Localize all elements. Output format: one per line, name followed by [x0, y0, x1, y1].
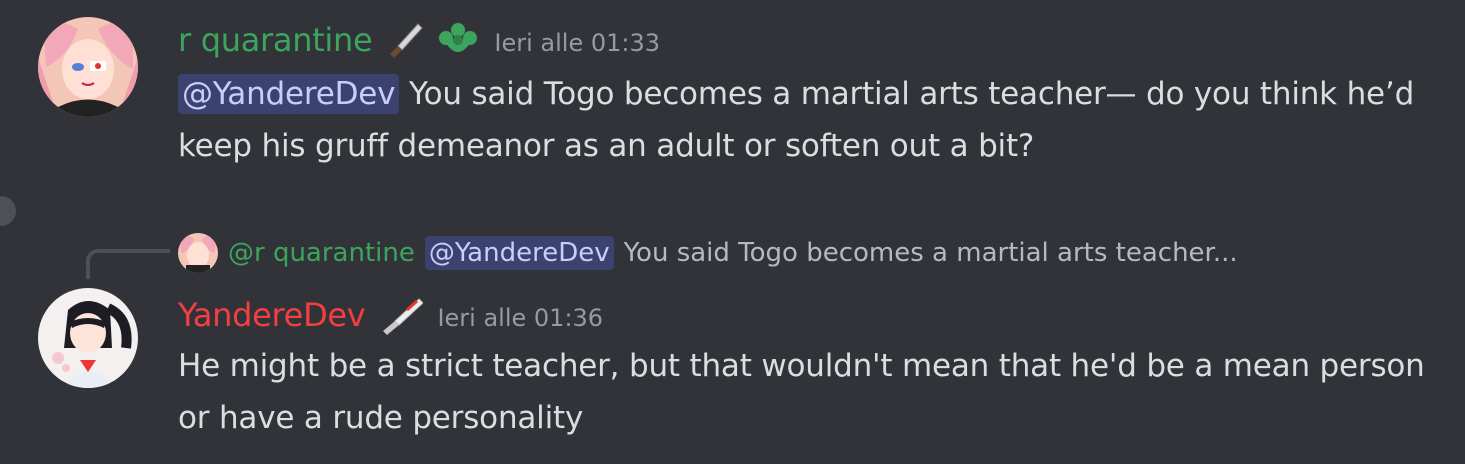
green-heart-flower-icon — [436, 20, 480, 60]
message-item: r quarantine Ieri alle 01:33 @YandereDev… — [0, 0, 1465, 200]
red-knife-icon — [377, 295, 424, 335]
user-mention[interactable]: @YandereDev — [178, 74, 400, 114]
message-content: @YandereDev You said Togo becomes a mart… — [178, 68, 1428, 172]
username[interactable]: YandereDev — [178, 296, 366, 334]
message-header: YandereDev Ieri alle 01:36 — [178, 291, 603, 339]
message-text: He might be a strict teacher, but that w… — [178, 348, 1425, 436]
avatar-r-quarantine[interactable] — [38, 17, 138, 117]
knife-icon — [384, 20, 424, 60]
message-content: He might be a strict teacher, but that w… — [178, 340, 1428, 444]
message-item: @r quarantine @YandereDev You said Togo … — [0, 225, 1465, 464]
avatar-yanderedev[interactable] — [38, 288, 138, 388]
message-header: r quarantine Ieri alle 01:33 — [178, 16, 660, 64]
reply-author[interactable]: @r quarantine — [228, 238, 415, 268]
reply-connector — [86, 249, 170, 279]
reply-mention[interactable]: @YandereDev — [424, 236, 614, 270]
reply-preview[interactable]: @r quarantine @YandereDev You said Togo … — [178, 231, 1238, 275]
timestamp: Ieri alle 01:36 — [437, 304, 604, 332]
reply-avatar — [178, 233, 218, 273]
reply-excerpt: You said Togo becomes a martial arts tea… — [623, 238, 1238, 268]
username[interactable]: r quarantine — [178, 21, 373, 59]
timestamp: Ieri alle 01:33 — [494, 29, 660, 57]
scroll-edge-handle[interactable] — [0, 196, 16, 226]
